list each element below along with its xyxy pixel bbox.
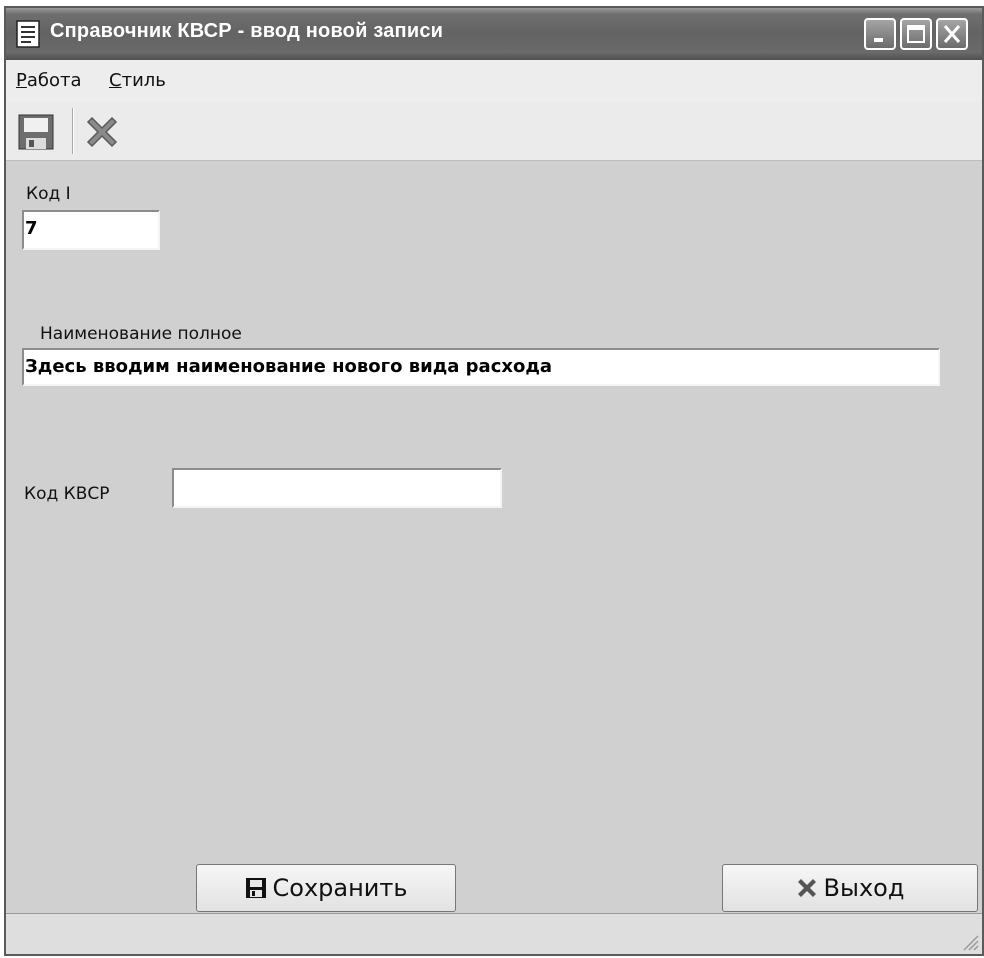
document-icon [16,20,40,48]
window-title: Справочник КВСР - ввод новой записи [50,20,444,42]
close-x-icon [797,879,816,897]
floppy-disk-icon [18,114,54,150]
minimize-button[interactable] [864,18,896,50]
menu-label-rest: тиль [121,70,166,91]
toolbar [6,102,982,161]
minimize-icon [874,38,883,42]
toolbar-cancel-button[interactable] [82,112,122,152]
floppy-disk-icon [245,878,266,898]
save-button[interactable]: Сохранить [196,864,456,912]
exit-button[interactable]: Выход [722,864,978,912]
kvsr-label: Код КВСР [24,484,110,504]
title-bar[interactable]: Справочник КВСР - ввод новой записи [6,8,982,60]
maximize-icon [907,25,925,43]
menu-accel: Р [16,70,27,91]
menu-label-rest: абота [26,70,82,91]
status-bar [6,913,982,954]
name-field[interactable]: Здесь вводим наименование нового вида ра… [22,348,940,386]
menu-bar: Работа Стиль [6,60,982,102]
close-icon [943,25,961,43]
save-button-label: Сохранить [272,874,408,902]
toolbar-save-button[interactable] [16,112,56,152]
code-field[interactable]: 7 [22,210,160,250]
close-window-button[interactable] [936,18,968,50]
code-label: Код I [26,184,71,204]
menu-item-rabota[interactable]: Работа [16,70,82,91]
menu-item-stil[interactable]: Стиль [109,70,166,91]
close-x-icon [86,116,118,148]
maximize-button[interactable] [900,18,932,50]
toolbar-separator [72,108,74,154]
menu-accel: С [109,70,122,91]
resize-grip-icon[interactable] [958,930,980,952]
exit-button-label: Выход [823,874,905,902]
app-window: Справочник КВСР - ввод новой записи Рабо… [4,6,984,956]
name-label: Наименование полное [40,324,242,344]
kvsr-field[interactable] [172,468,502,508]
